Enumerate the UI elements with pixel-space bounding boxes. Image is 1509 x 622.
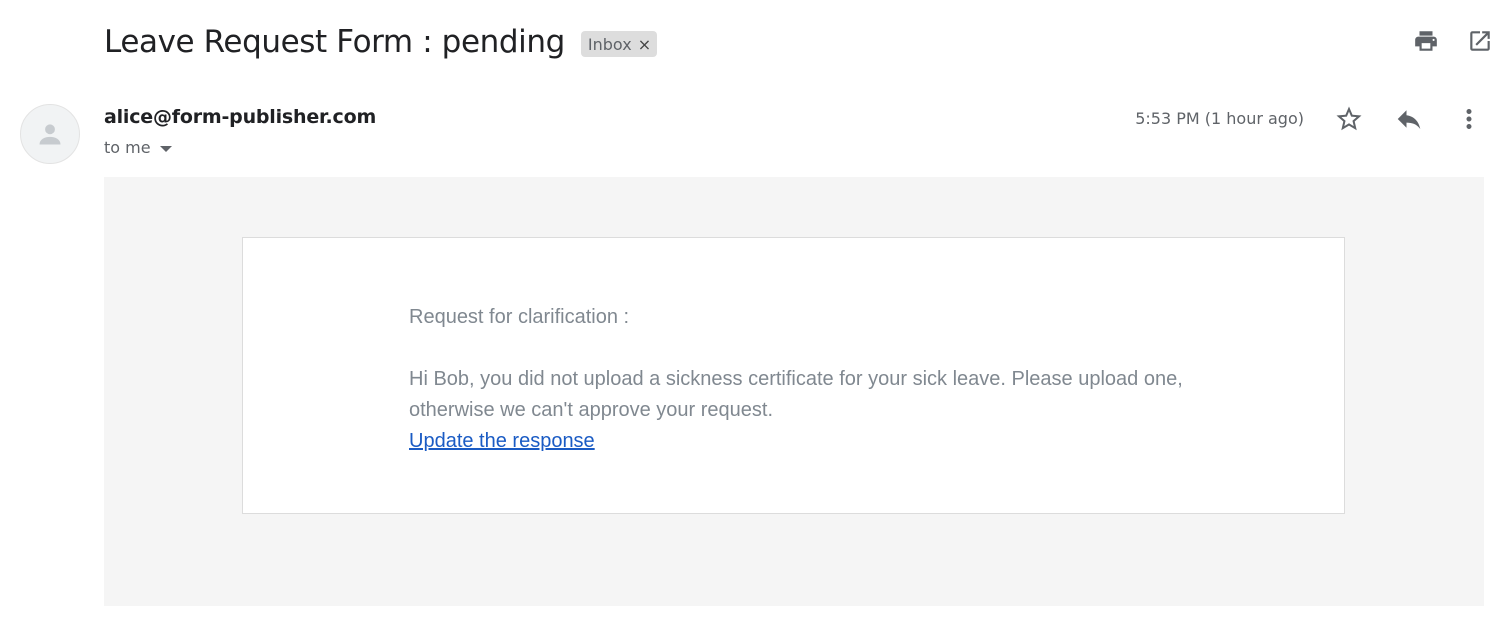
- open-in-new-window-button[interactable]: [1465, 26, 1495, 56]
- update-response-link[interactable]: Update the response: [409, 426, 595, 457]
- email-subject: Leave Request Form : pending: [104, 24, 565, 60]
- message-actions: [1334, 104, 1484, 134]
- thread-actions: [1411, 26, 1495, 56]
- email-view: Leave Request Form : pending Inbox × ali…: [0, 0, 1509, 622]
- chevron-down-icon: [159, 145, 172, 152]
- email-body: Request for clarification : Hi Bob, you …: [104, 177, 1484, 606]
- label-text: Inbox: [587, 34, 632, 54]
- clarification-heading: Request for clarification :: [409, 306, 630, 328]
- sender-email[interactable]: alice@form-publisher.com: [104, 106, 376, 128]
- star-icon: [1336, 106, 1362, 131]
- email-timestamp: 5:53 PM (1 hour ago): [1135, 109, 1304, 128]
- clarification-message: Hi Bob, you did not upload a sickness ce…: [409, 368, 1183, 421]
- recipient-details-toggle[interactable]: to me: [104, 138, 172, 157]
- print-button[interactable]: [1411, 26, 1441, 56]
- more-options-icon: [1466, 109, 1472, 129]
- subject-row: Leave Request Form : pending Inbox ×: [104, 20, 658, 64]
- print-icon: [1415, 31, 1437, 51]
- message-card: Request for clarification : Hi Bob, you …: [242, 237, 1345, 514]
- open-in-new-window-icon: [1470, 31, 1490, 51]
- remove-label-icon[interactable]: ×: [638, 35, 651, 54]
- reply-icon: [1397, 110, 1421, 129]
- star-button[interactable]: [1334, 104, 1364, 134]
- sender-avatar[interactable]: [20, 104, 80, 164]
- reply-button[interactable]: [1394, 104, 1424, 134]
- person-icon: [39, 124, 61, 145]
- more-options-button[interactable]: [1454, 104, 1484, 134]
- message-content: Request for clarification : Hi Bob, you …: [409, 302, 1189, 457]
- recipient-label: to me: [104, 138, 151, 157]
- inbox-label-chip[interactable]: Inbox ×: [580, 31, 658, 57]
